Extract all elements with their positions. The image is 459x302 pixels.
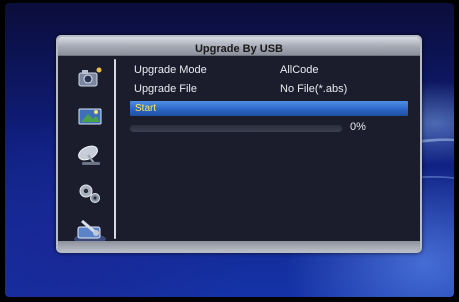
dialog-bottom-strip: [58, 241, 420, 251]
picture-icon[interactable]: [76, 103, 104, 127]
satellite-dish-icon[interactable]: [76, 143, 104, 167]
tv-screen: Upgrade By USB Upgrade Mode AllCode Upgr…: [5, 3, 454, 297]
upgrade-dialog: Upgrade By USB Upgrade Mode AllCode Upgr…: [56, 35, 422, 253]
menu-icon-column: [64, 57, 114, 247]
progress-bar: [130, 125, 342, 132]
upgrade-mode-value[interactable]: AllCode: [280, 61, 319, 79]
upgrade-mode-label: Upgrade Mode: [134, 64, 207, 76]
progress-percent: 0%: [350, 121, 366, 133]
upgrade-file-label: Upgrade File: [134, 83, 197, 95]
dialog-title: Upgrade By USB: [194, 43, 284, 55]
upgrade-file-value[interactable]: No File(*.abs): [280, 80, 347, 98]
start-label: Start: [135, 103, 157, 114]
start-button[interactable]: Start: [130, 101, 408, 116]
dialog-titlebar: Upgrade By USB: [58, 37, 420, 56]
upgrade-mode-row[interactable]: Upgrade Mode AllCode: [130, 61, 400, 79]
column-divider: [114, 59, 116, 239]
gears-settings-icon[interactable]: [76, 181, 104, 205]
upgrade-file-row[interactable]: Upgrade File No File(*.abs): [130, 80, 400, 98]
media-icon[interactable]: [76, 65, 104, 89]
